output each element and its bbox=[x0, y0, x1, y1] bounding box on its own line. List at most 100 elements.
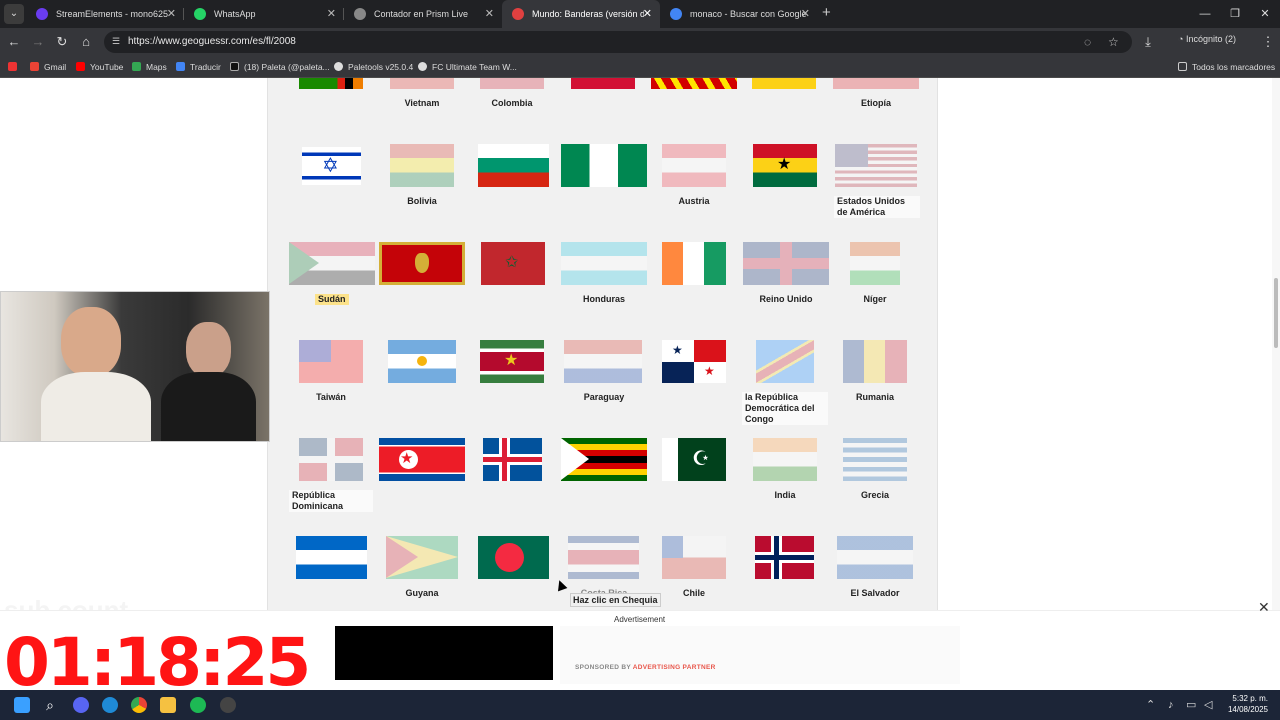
flag-montenegro[interactable] bbox=[379, 242, 465, 285]
ad-sponsor[interactable]: SPONSORED BY ADVERTISING PARTNER bbox=[575, 664, 716, 671]
flag-nigeria[interactable] bbox=[561, 144, 647, 187]
flag-red[interactable] bbox=[571, 78, 635, 89]
flag-panama[interactable]: ★ ★ bbox=[662, 340, 726, 383]
flag-costa-rica[interactable] bbox=[568, 536, 639, 579]
flag-bulgaria[interactable] bbox=[478, 144, 549, 187]
back-button[interactable]: ← bbox=[4, 32, 24, 52]
flag-guyana[interactable] bbox=[386, 536, 458, 579]
flag-dominican-republic[interactable] bbox=[299, 438, 363, 481]
app-icon[interactable] bbox=[220, 697, 236, 713]
flag-ireland[interactable] bbox=[662, 242, 726, 285]
bookmark-red[interactable] bbox=[8, 56, 22, 78]
file-explorer-icon[interactable] bbox=[160, 697, 176, 713]
incognito-badge[interactable]: ◔ Incógnito (2) bbox=[1178, 34, 1236, 44]
flag-uk[interactable] bbox=[743, 242, 829, 285]
translate-icon bbox=[176, 62, 185, 71]
close-icon[interactable]: ✕ bbox=[643, 0, 652, 28]
tab-geoguessr[interactable]: Mundo: Banderas (versión difícil) ✕ bbox=[502, 0, 660, 28]
tab-whatsapp[interactable]: WhatsApp ✕ bbox=[184, 0, 344, 28]
url-text: https://www.geoguessr.com/es/fl/2008 bbox=[128, 36, 296, 47]
close-icon[interactable]: ✕ bbox=[167, 0, 176, 28]
minimize-button[interactable]: — bbox=[1190, 0, 1220, 28]
site-info-icon[interactable]: ☰ bbox=[112, 36, 122, 46]
flag-etiopia[interactable] bbox=[833, 78, 919, 89]
chrome-icon[interactable] bbox=[131, 697, 147, 713]
bookmark-gmail[interactable]: Gmail bbox=[30, 56, 66, 78]
new-tab-button[interactable]: + bbox=[822, 4, 831, 22]
flag-israel[interactable]: ✡ bbox=[302, 147, 361, 185]
window-close-button[interactable]: ✕ bbox=[1250, 0, 1280, 28]
flag-austria[interactable] bbox=[662, 144, 726, 187]
close-icon[interactable]: ✕ bbox=[485, 0, 494, 28]
chevron-up-icon[interactable]: ⌃ bbox=[1146, 690, 1155, 720]
flag-argentina[interactable] bbox=[388, 340, 456, 383]
close-icon[interactable]: ✕ bbox=[327, 0, 336, 28]
ad-close-button[interactable]: ✕ bbox=[1258, 599, 1270, 616]
tab-search-button[interactable]: ⌄ bbox=[4, 4, 24, 24]
flag-iceland[interactable] bbox=[483, 438, 542, 481]
flag-niger[interactable] bbox=[850, 242, 900, 285]
all-bookmarks[interactable]: Todos los marcadores bbox=[1178, 56, 1275, 78]
flag-drc[interactable] bbox=[756, 340, 814, 383]
system-clock[interactable]: 5:32 p. m. 14/08/2025 bbox=[1222, 693, 1268, 715]
flag-pakistan[interactable]: ☪ bbox=[662, 438, 726, 481]
label-rumania: Rumania bbox=[855, 392, 894, 402]
flag-yellow[interactable] bbox=[752, 78, 816, 89]
bookmark-translate[interactable]: Traducir bbox=[176, 56, 221, 78]
flag-bolivia[interactable] bbox=[390, 144, 454, 187]
spotify-icon[interactable] bbox=[190, 697, 206, 713]
flag-north-korea[interactable]: ★ bbox=[379, 438, 465, 481]
forward-button[interactable]: → bbox=[28, 32, 48, 52]
flag-zimbabwe[interactable] bbox=[561, 438, 647, 481]
flag-ghana[interactable]: ★ bbox=[753, 144, 817, 187]
eye-off-icon[interactable]: ◌ bbox=[1084, 31, 1091, 53]
ad-video[interactable] bbox=[335, 626, 553, 680]
home-button[interactable]: ⌂ bbox=[76, 32, 96, 52]
reload-button[interactable]: ↻ bbox=[52, 32, 72, 52]
bookmark-paletools[interactable]: Paletools v25.0.4 bbox=[334, 56, 413, 78]
tab-google-search[interactable]: monaco - Buscar con Google ✕ bbox=[660, 0, 818, 28]
flag-usa[interactable] bbox=[835, 144, 917, 187]
download-icon[interactable]: ⤓ bbox=[1138, 32, 1158, 52]
restore-button[interactable]: ❐ bbox=[1220, 0, 1250, 28]
flag-norway[interactable] bbox=[755, 536, 814, 579]
flag-sudan[interactable] bbox=[289, 242, 375, 285]
bookmark-maps[interactable]: Maps bbox=[132, 56, 167, 78]
edge-icon[interactable] bbox=[102, 697, 118, 713]
flag-chile[interactable] bbox=[662, 536, 726, 579]
flag-greece[interactable] bbox=[843, 438, 907, 481]
flag-nicaragua[interactable] bbox=[296, 536, 367, 579]
google-icon bbox=[670, 8, 682, 20]
windows-start-icon[interactable] bbox=[14, 697, 30, 713]
discord-icon[interactable] bbox=[73, 697, 89, 713]
page-scrollbar[interactable] bbox=[1272, 78, 1280, 610]
bookmark-x-paleta[interactable]: (18) Paleta (@paleta... bbox=[230, 56, 330, 78]
flag-honduras[interactable] bbox=[561, 242, 647, 285]
bookmark-fc-ultimate[interactable]: FC Ultimate Team W... bbox=[418, 56, 517, 78]
search-icon[interactable]: ⌕ bbox=[42, 697, 58, 713]
menu-icon[interactable]: ⋮ bbox=[1258, 32, 1278, 52]
flag-zambia[interactable] bbox=[299, 78, 363, 89]
bookmark-youtube[interactable]: YouTube bbox=[76, 56, 123, 78]
globe-icon bbox=[354, 8, 366, 20]
star-icon[interactable]: ☆ bbox=[1108, 31, 1119, 53]
microphone-icon[interactable]: ♪ bbox=[1168, 690, 1174, 720]
flag-colombia[interactable] bbox=[480, 78, 544, 89]
flag-suriname[interactable]: ★ bbox=[480, 340, 544, 383]
flag-macedonia[interactable] bbox=[651, 78, 737, 89]
network-icon[interactable]: ▭ bbox=[1186, 690, 1196, 720]
flag-vietnam[interactable] bbox=[390, 78, 454, 89]
flag-bangladesh[interactable] bbox=[478, 536, 549, 579]
flag-romania[interactable] bbox=[843, 340, 907, 383]
flag-el-salvador[interactable] bbox=[837, 536, 913, 579]
flag-taiwan[interactable] bbox=[299, 340, 363, 383]
scrollbar-thumb[interactable] bbox=[1274, 278, 1278, 348]
volume-icon[interactable]: ◁ bbox=[1204, 690, 1212, 720]
tab-streamelements[interactable]: StreamElements - mono625 ✕ bbox=[26, 0, 184, 28]
address-bar[interactable]: ☰ https://www.geoguessr.com/es/fl/2008 ◌… bbox=[104, 31, 1132, 53]
tab-prism-live[interactable]: Contador en Prism Live ✕ bbox=[344, 0, 502, 28]
flag-india[interactable] bbox=[753, 438, 817, 481]
flag-paraguay[interactable] bbox=[564, 340, 642, 383]
flag-morocco[interactable]: ✩ bbox=[481, 242, 545, 285]
close-icon[interactable]: ✕ bbox=[801, 0, 810, 28]
